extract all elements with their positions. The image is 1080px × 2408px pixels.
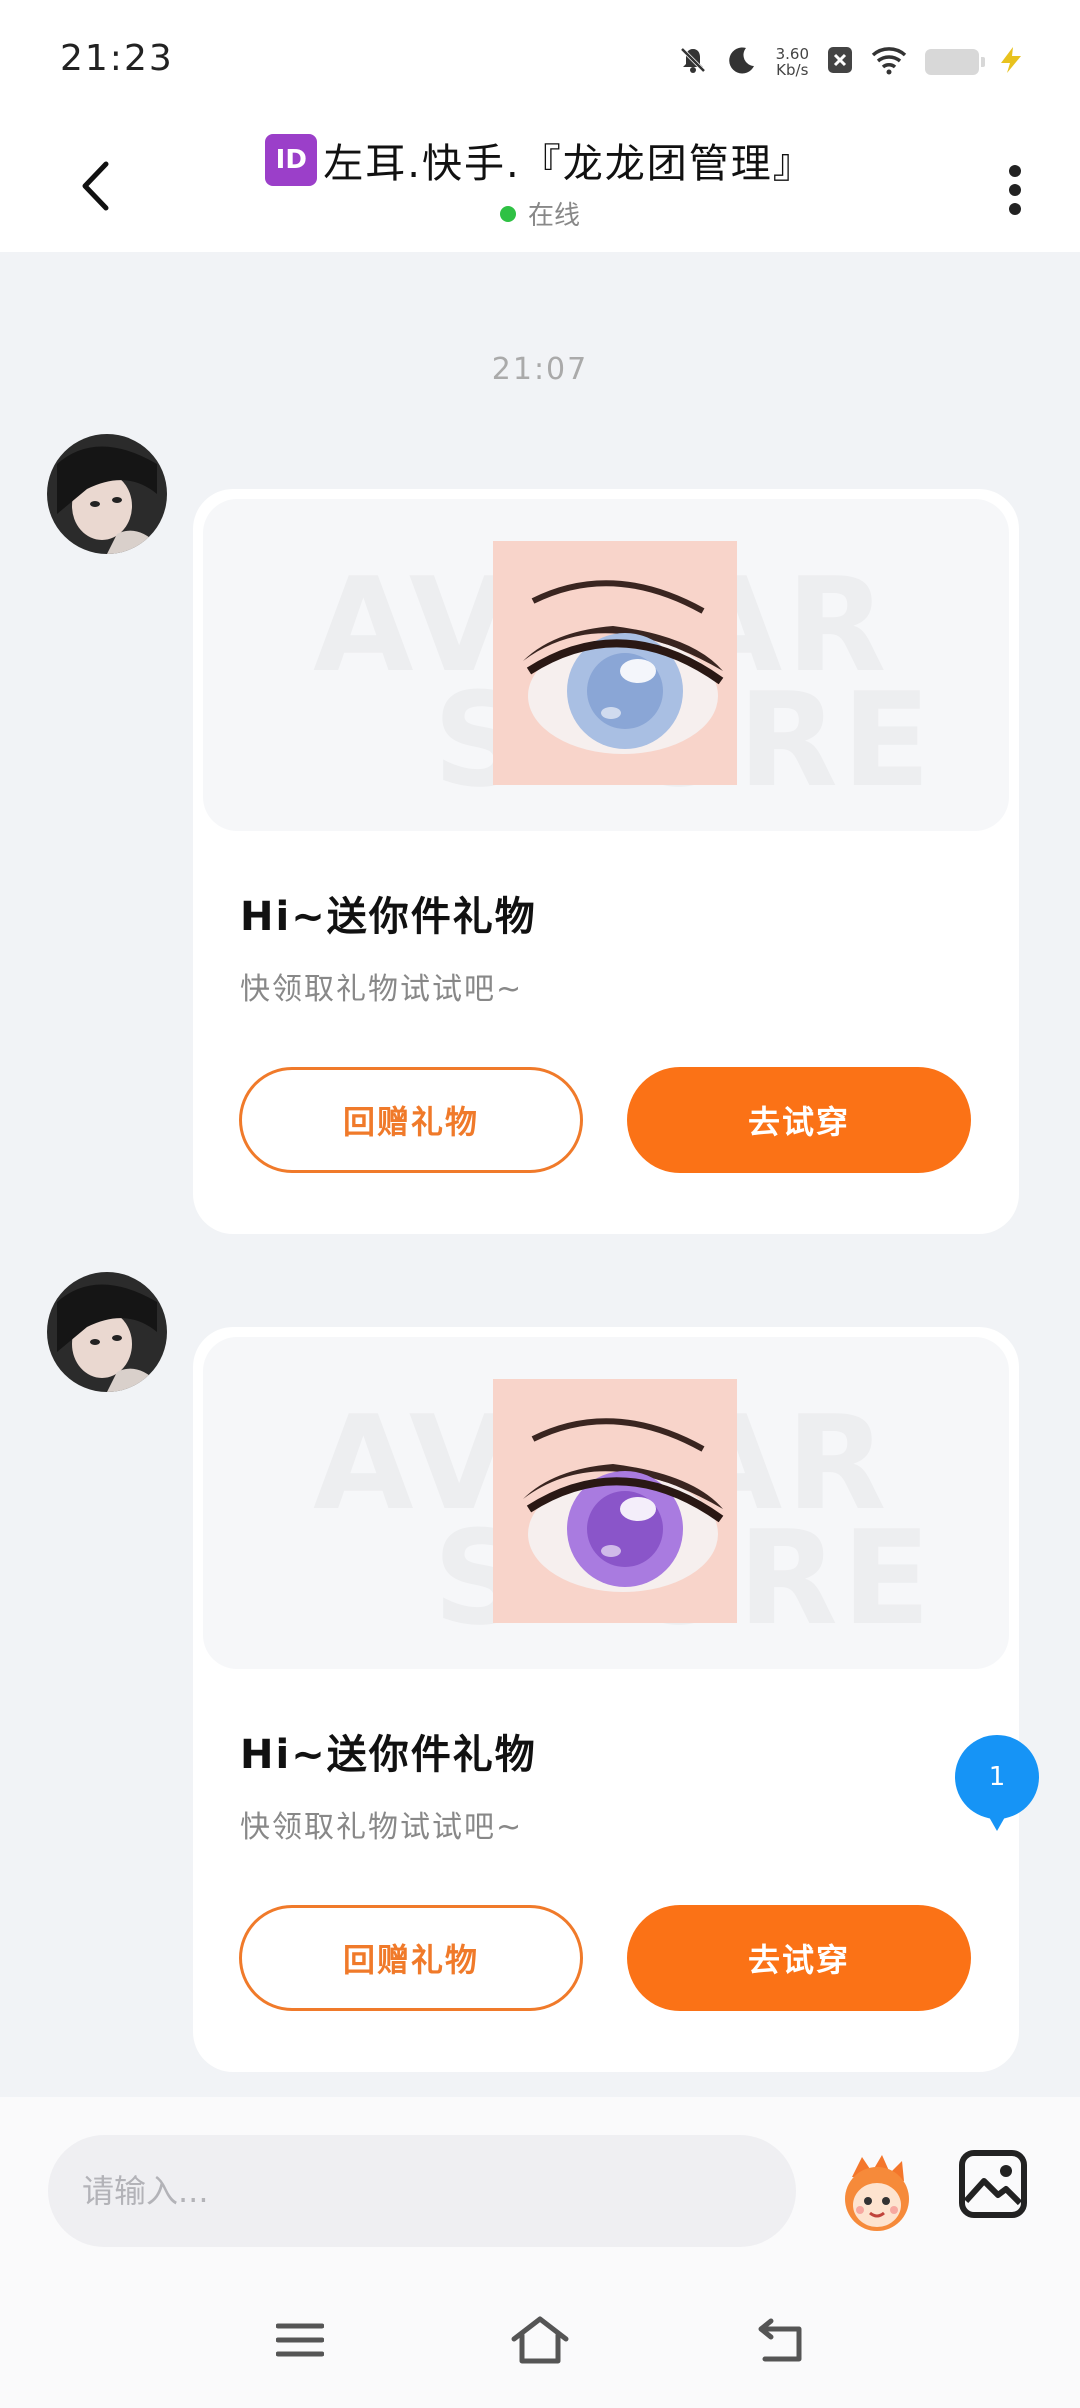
image-icon xyxy=(959,2150,1027,2218)
nav-home-button[interactable] xyxy=(510,2310,570,2370)
status-time: 21:23 xyxy=(60,38,174,79)
more-options-button[interactable] xyxy=(1000,155,1030,225)
menu-icon xyxy=(276,2323,324,2357)
nav-back-button[interactable] xyxy=(750,2310,810,2370)
gift-subtitle: 快领取礼物试试吧~ xyxy=(240,972,524,1007)
message-timestamp: 21:07 xyxy=(491,352,589,387)
mascot-emoji-icon xyxy=(845,2155,909,2231)
gift-subtitle: 快领取礼物试试吧~ xyxy=(240,1810,524,1845)
gift-title: Hi~送你件礼物 xyxy=(240,894,537,940)
battery-icon xyxy=(925,49,985,75)
input-bar xyxy=(0,2097,1080,2272)
return-gift-button[interactable]: 回赠礼物 xyxy=(239,1905,583,2011)
try-on-button[interactable]: 去试穿 xyxy=(627,1905,971,2011)
online-status-label: 在线 xyxy=(527,201,580,231)
home-icon xyxy=(511,2316,569,2364)
chat-messages[interactable]: 21:07 AVATAR STORE xyxy=(0,252,1080,2097)
close-square-icon xyxy=(827,45,853,79)
sender-avatar[interactable] xyxy=(47,434,167,554)
charging-bolt-icon xyxy=(997,45,1025,79)
online-dot-icon xyxy=(499,205,516,222)
network-speed: 3.60 Kb/s xyxy=(776,46,809,78)
status-icons: 3.60 Kb/s xyxy=(678,40,1025,84)
gift-message-card[interactable]: AVATAR STORE Hi~送你件礼物 快领取礼物试试吧~ 回赠礼物 去试穿 xyxy=(193,489,1019,1234)
contact-name: 左耳.快手.『龙龙团管理』 xyxy=(323,141,815,187)
moon-icon xyxy=(726,44,758,80)
gift-title: Hi~送你件礼物 xyxy=(240,1732,537,1778)
unread-messages-badge[interactable]: 1 xyxy=(955,1735,1039,1831)
more-vertical-icon xyxy=(1009,165,1021,177)
back-icon xyxy=(758,2318,802,2362)
network-speed-value: 3.60 xyxy=(775,45,809,63)
status-bar: 21:23 3.60 Kb/s xyxy=(0,0,1080,125)
gift-eye-image xyxy=(493,1379,737,1623)
system-nav-bar xyxy=(0,2272,1080,2408)
gift-preview[interactable]: AVATAR STORE xyxy=(203,499,1009,831)
wifi-icon xyxy=(871,45,907,79)
return-gift-button[interactable]: 回赠礼物 xyxy=(239,1067,583,1173)
sender-avatar[interactable] xyxy=(47,1272,167,1392)
gift-eye-image xyxy=(493,541,737,785)
gift-message-card[interactable]: AVATAR STORE Hi~送你件礼物 快领取礼物试试吧~ 回赠礼物 去试穿 xyxy=(193,1327,1019,2072)
online-status: 在线 xyxy=(200,195,880,232)
message-input[interactable] xyxy=(48,2135,796,2247)
try-on-button[interactable]: 去试穿 xyxy=(627,1067,971,1173)
network-speed-unit: Kb/s xyxy=(776,61,809,79)
gift-preview[interactable]: AVATAR STORE xyxy=(203,1337,1009,1669)
image-button[interactable] xyxy=(958,2149,1028,2219)
nav-menu-button[interactable] xyxy=(270,2310,330,2370)
mute-bell-icon xyxy=(678,45,708,79)
back-button[interactable] xyxy=(70,151,120,221)
chat-header: ID 左耳.快手.『龙龙团管理』 在线 xyxy=(0,125,1080,252)
id-badge-icon: ID xyxy=(265,134,318,186)
chat-title: ID 左耳.快手.『龙龙团管理』 在线 xyxy=(200,131,880,232)
back-arrow-icon xyxy=(82,161,109,211)
emoji-button[interactable] xyxy=(832,2147,922,2237)
